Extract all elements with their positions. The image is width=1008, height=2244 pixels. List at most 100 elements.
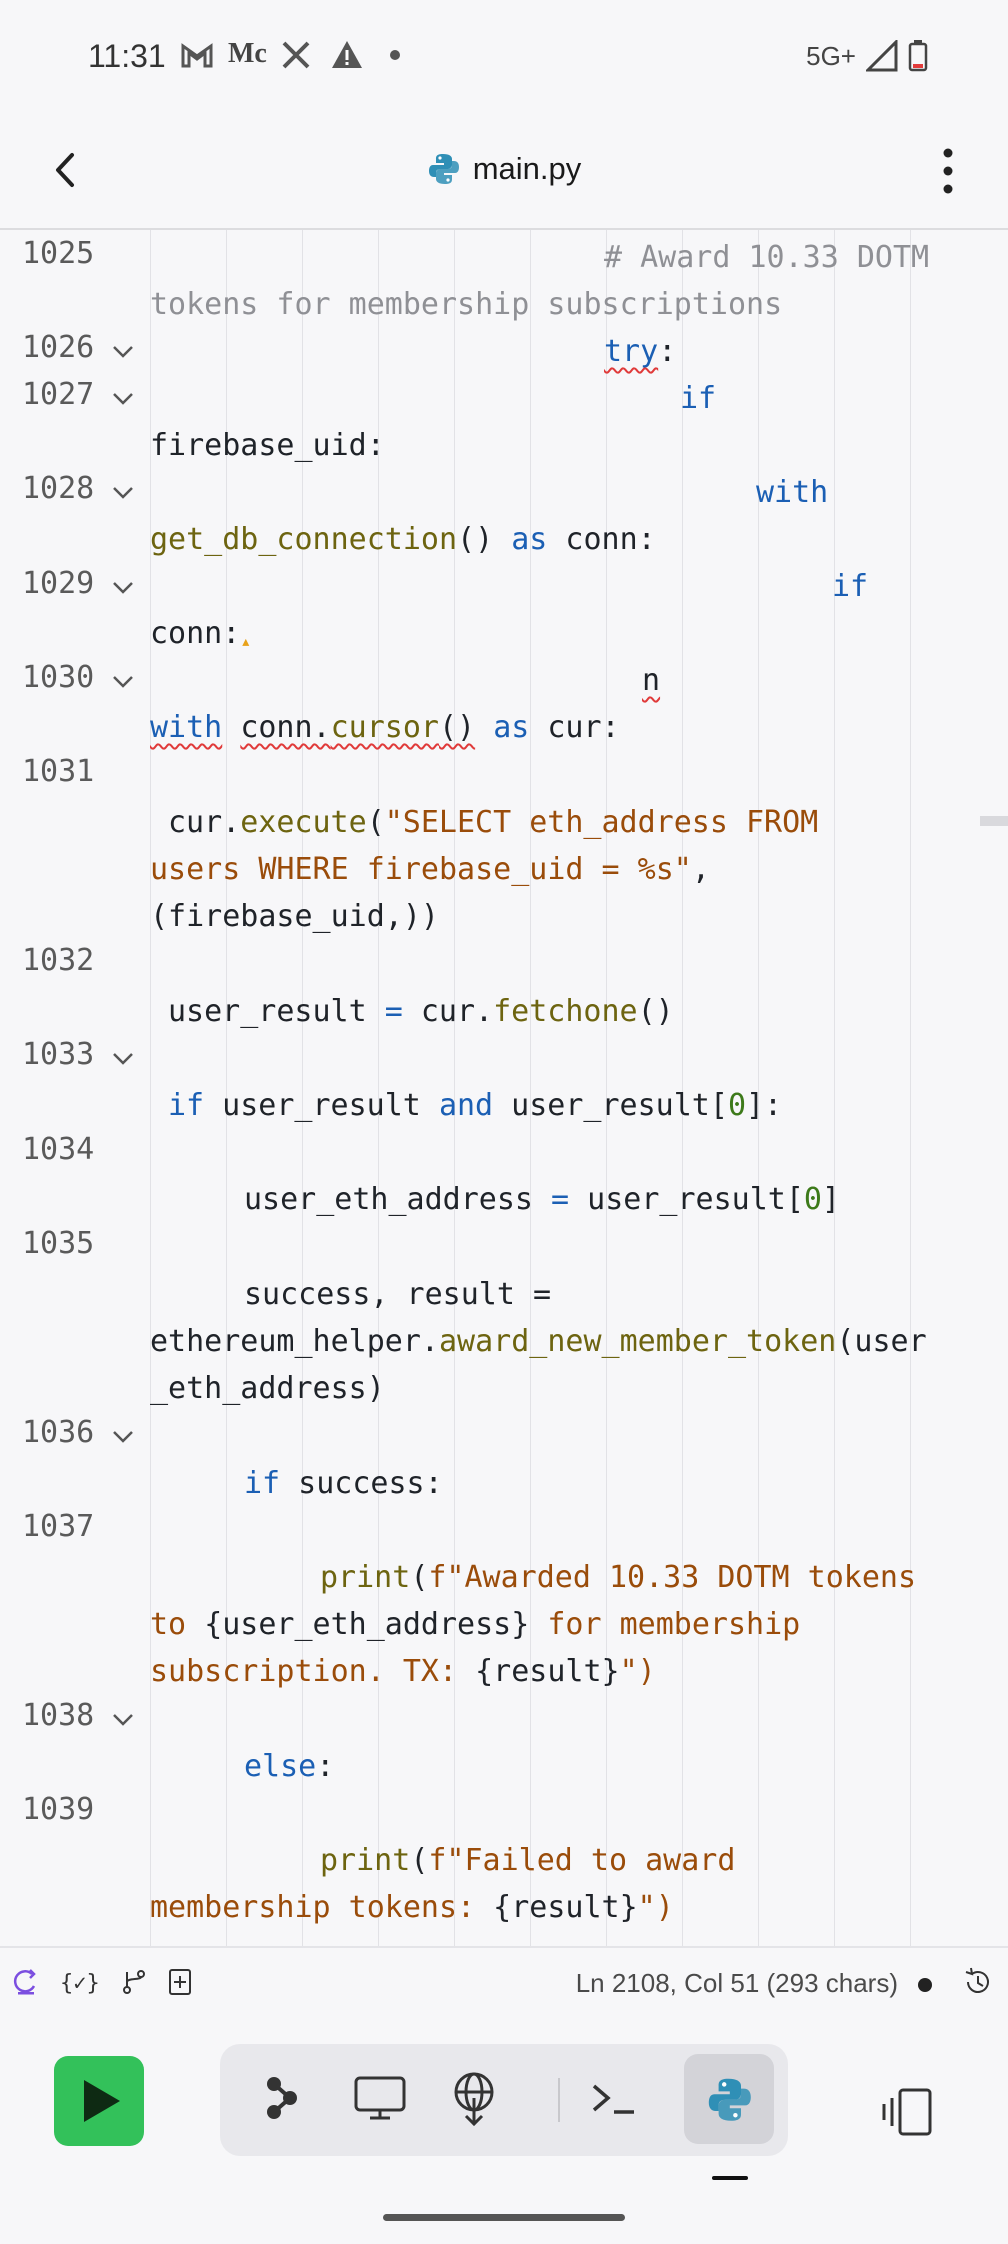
- scrollbar-thumb[interactable]: [980, 816, 1008, 826]
- fold-chevron-icon[interactable]: [108, 1705, 138, 1735]
- terminal-icon[interactable]: [584, 2068, 644, 2128]
- fold-chevron-icon[interactable]: [108, 667, 138, 697]
- python-tab[interactable]: [684, 2054, 774, 2144]
- app-notification-icon: Mc: [228, 38, 267, 69]
- new-file-icon[interactable]: [164, 1966, 196, 1998]
- code-line: else:: [244, 1749, 335, 1784]
- code-text: user_result[: [569, 1182, 804, 1217]
- function-name: print: [320, 1843, 411, 1878]
- split-view-icon[interactable]: [878, 2082, 938, 2142]
- monitor-icon[interactable]: [350, 2068, 410, 2128]
- graph-icon[interactable]: [250, 2068, 310, 2128]
- code-line: if: [832, 563, 868, 610]
- code-text: ]:: [746, 1088, 783, 1123]
- code-text: n: [642, 663, 661, 698]
- function-name: execute: [240, 805, 367, 840]
- code-line: tokens for membership subscriptions: [150, 281, 782, 328]
- code-text: user_eth_address: [244, 1182, 552, 1217]
- keyword: with: [150, 710, 223, 745]
- code-line: firebase_uid:: [150, 422, 385, 469]
- line-number: 1025: [22, 236, 95, 271]
- line-number: 1037: [22, 1509, 95, 1544]
- web-icon[interactable]: [444, 2068, 504, 2128]
- code-line: if user_result and user_result[0]:: [168, 1082, 782, 1129]
- code-text: {result}: [493, 1890, 638, 1925]
- string-literal: f"Awarded 10.33 DOTM tokens: [428, 1560, 917, 1595]
- fold-chevron-icon[interactable]: [108, 1044, 138, 1074]
- code-text: _eth_address): [150, 1371, 385, 1406]
- code-text: conn.: [240, 710, 331, 745]
- fold-chevron-icon[interactable]: [108, 1422, 138, 1452]
- code-text: cur:: [529, 710, 620, 745]
- code-text: ethereum_helper.: [150, 1324, 439, 1359]
- fold-chevron-icon[interactable]: [108, 337, 138, 367]
- function-name: fetchone: [493, 994, 638, 1029]
- line-number: 1039: [22, 1792, 95, 1827]
- code-text: conn:: [150, 616, 241, 651]
- fold-chevron-icon[interactable]: [108, 478, 138, 508]
- line-number: 1038: [22, 1698, 95, 1733]
- play-icon: [84, 2080, 120, 2122]
- ai-assist-icon[interactable]: [10, 1966, 42, 1998]
- keyword: else: [244, 1749, 317, 1784]
- code-text: user_result[: [493, 1088, 728, 1123]
- comment-text: # Award 10.33 DOTM: [604, 240, 930, 275]
- keyword: if: [168, 1088, 205, 1123]
- number-literal: 0: [727, 1088, 746, 1123]
- code-editor[interactable]: 1025 1026 1027 1028 1029 1030 1031 1032 …: [0, 230, 1008, 1946]
- string-literal: membership tokens:: [150, 1890, 494, 1925]
- line-number: 1028: [22, 471, 95, 506]
- line-number: 1030: [22, 660, 95, 695]
- code-line: ethereum_helper.award_new_member_token(u…: [150, 1318, 927, 1365]
- network-type: 5G+: [806, 40, 856, 71]
- string-literal: "SELECT eth_address FROM: [384, 805, 819, 840]
- code-text: success, result =: [244, 1277, 552, 1312]
- string-literal: for membership: [529, 1607, 801, 1642]
- fold-chevron-icon[interactable]: [108, 573, 138, 603]
- code-text: {user_eth_address}: [204, 1607, 530, 1642]
- editor-top-bar: main.py: [0, 115, 1008, 228]
- keyword: if: [832, 569, 869, 604]
- run-button[interactable]: [54, 2056, 144, 2146]
- code-line: if: [680, 375, 716, 422]
- line-number: 1027: [22, 377, 95, 412]
- number-literal: 0: [803, 1182, 822, 1217]
- keyword: as: [493, 710, 530, 745]
- line-number: 1036: [22, 1415, 95, 1450]
- string-literal: to: [150, 1607, 205, 1642]
- keyword: with: [756, 475, 829, 510]
- keyword: try: [604, 334, 659, 369]
- code-text: firebase_uid:: [150, 428, 385, 463]
- code-text: {result}: [475, 1654, 620, 1689]
- function-name: award_new_member_token: [438, 1324, 837, 1359]
- code-text: user_result: [168, 994, 385, 1029]
- code-text: user_result: [204, 1088, 439, 1123]
- clock: 11:31: [88, 38, 166, 74]
- indent-guide: [834, 230, 835, 1946]
- code-text: (): [439, 710, 476, 745]
- git-branch-icon[interactable]: [118, 1966, 150, 1998]
- more-options-icon[interactable]: [938, 145, 958, 197]
- line-number: 1033: [22, 1037, 95, 1072]
- code-line: _eth_address): [150, 1365, 385, 1412]
- code-line: n: [642, 657, 660, 704]
- editor-status-row: {✓} Ln 2108, Col 51 (293 chars): [0, 1946, 1008, 2016]
- string-literal: f"Failed to award: [428, 1843, 736, 1878]
- keyword: if: [680, 381, 717, 416]
- code-braces-icon[interactable]: {✓}: [58, 1966, 98, 1998]
- keyword: if: [244, 1466, 281, 1501]
- string-literal: users WHERE firebase_uid = %s": [150, 852, 692, 887]
- code-text: cur.: [420, 994, 494, 1029]
- home-indicator[interactable]: [383, 2214, 625, 2221]
- battery-icon: [908, 40, 928, 72]
- line-number: 1026: [22, 330, 95, 365]
- code-line: # Award 10.33 DOTM: [604, 234, 929, 281]
- comment-text: tokens for membership subscriptions: [150, 287, 783, 322]
- cursor-position: Ln 2108, Col 51 (293 chars): [575, 1968, 898, 1998]
- code-text: cur.: [168, 805, 241, 840]
- history-icon[interactable]: [962, 1966, 994, 1998]
- fold-chevron-icon[interactable]: [108, 384, 138, 414]
- code-text: success:: [280, 1466, 443, 1501]
- gmail-icon: [181, 43, 213, 68]
- file-title[interactable]: main.py: [0, 151, 1008, 187]
